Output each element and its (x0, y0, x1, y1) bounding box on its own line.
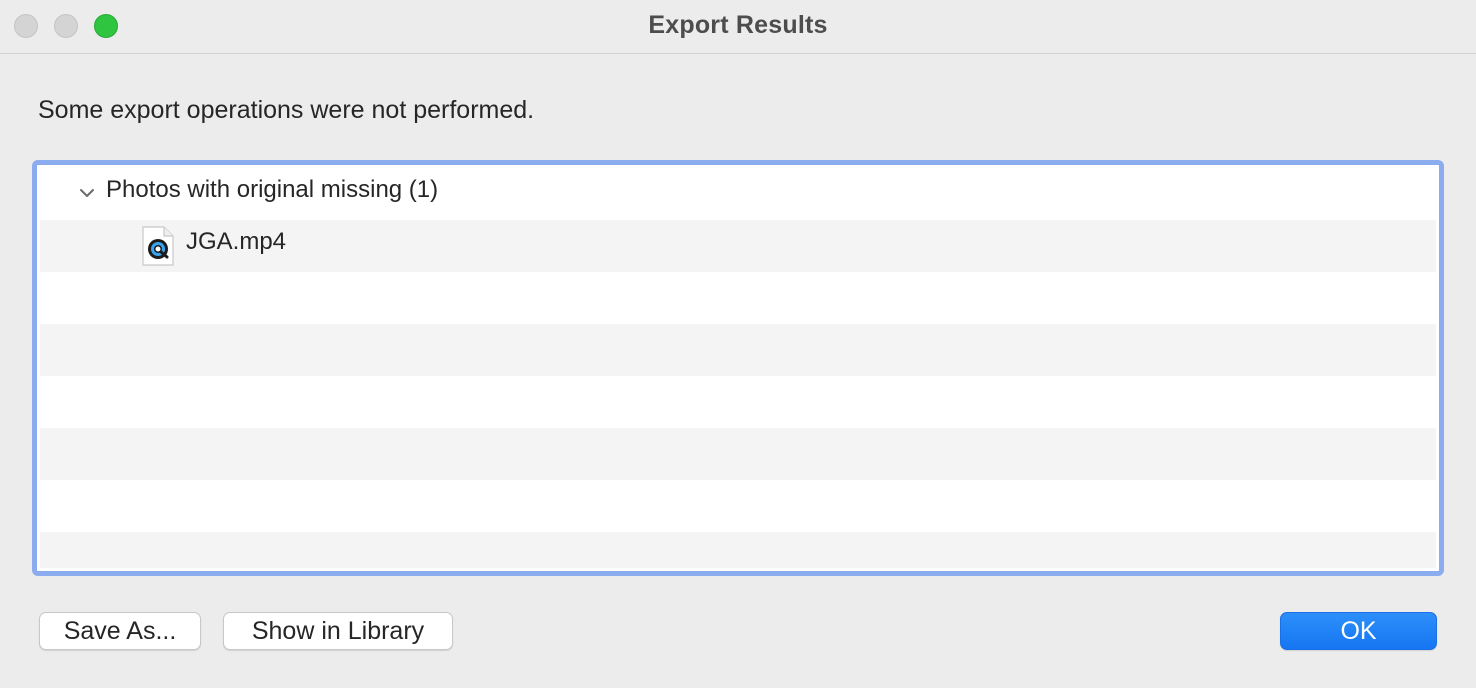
results-list[interactable]: Photos with original missing (1) JGA.mp4 (32, 160, 1444, 576)
list-item[interactable]: JGA.mp4 (40, 220, 1436, 272)
empty-row (40, 272, 1436, 324)
save-as-button[interactable]: Save As... (39, 612, 201, 650)
group-label: Photos with original missing (1) (106, 176, 439, 203)
empty-row (40, 532, 1436, 568)
empty-row (40, 324, 1436, 376)
empty-row (40, 480, 1436, 532)
title-bar: Export Results (0, 0, 1476, 54)
ok-button[interactable]: OK (1280, 612, 1437, 650)
empty-row (40, 376, 1436, 428)
show-in-library-button[interactable]: Show in Library (223, 612, 453, 650)
empty-row (40, 428, 1436, 480)
group-row[interactable]: Photos with original missing (1) (40, 168, 1436, 220)
file-name: JGA.mp4 (186, 228, 287, 255)
video-file-icon (142, 226, 174, 266)
window-title: Export Results (648, 11, 828, 39)
status-message: Some export operations were not performe… (38, 96, 535, 124)
chevron-down-icon[interactable] (78, 184, 96, 202)
export-results-window: Export Results Some export operations we… (0, 0, 1476, 688)
